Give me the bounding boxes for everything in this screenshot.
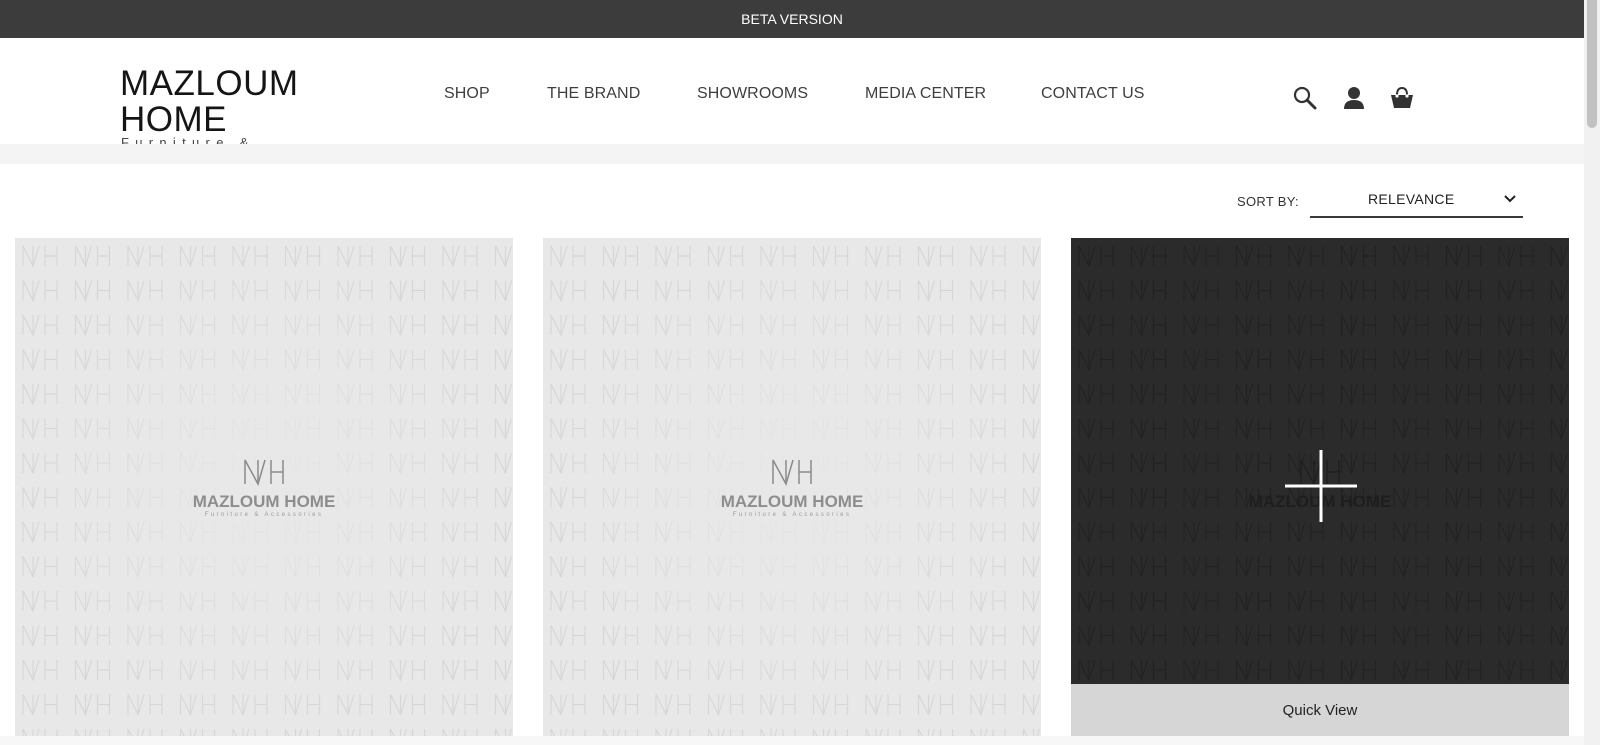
header-divider-band bbox=[0, 144, 1584, 164]
placeholder-brand-name: MAZLOUM HOME bbox=[193, 492, 336, 511]
product-image-placeholder: MAZLOUM HOME Furniture & Accessories bbox=[15, 238, 513, 736]
site-header: MAZLOUM HOME Furniture & Accessories SHO… bbox=[0, 38, 1584, 164]
plus-icon[interactable] bbox=[1285, 450, 1357, 522]
placeholder-brand-tagline: Furniture & Accessories bbox=[733, 512, 852, 518]
announcement-bar: BETA VERSION bbox=[0, 0, 1584, 38]
product-image-placeholder: MAZLOUM HOME Furniture & Accessories bbox=[543, 238, 1041, 736]
nav-item-contact-us[interactable]: CONTACT US bbox=[1041, 85, 1145, 103]
nav-item-media-center[interactable]: MEDIA CENTER bbox=[865, 85, 986, 103]
announcement-text: BETA VERSION bbox=[741, 11, 843, 27]
search-icon[interactable] bbox=[1292, 85, 1318, 111]
cart-icon[interactable] bbox=[1389, 85, 1415, 111]
grid-bottom-strip bbox=[0, 736, 1584, 745]
nav-item-shop[interactable]: SHOP bbox=[444, 85, 490, 103]
placeholder-brand-tagline: Furniture & Accessories bbox=[205, 512, 324, 518]
sort-label: SORT BY: bbox=[1237, 194, 1299, 209]
product-card[interactable]: MAZLOUM HOME Furniture & Accessories bbox=[15, 238, 513, 736]
product-card[interactable]: MAZLOUM HOME Furniture & Accessories bbox=[543, 238, 1041, 736]
sort-dropdown[interactable]: RELEVANCE bbox=[1310, 186, 1523, 218]
sort-selected-value: RELEVANCE bbox=[1368, 191, 1455, 207]
page-scrollbar[interactable] bbox=[1584, 0, 1600, 745]
scrollbar-thumb[interactable] bbox=[1587, 0, 1597, 128]
product-card-hovered[interactable]: MAZLOUM HOME bbox=[1071, 238, 1569, 684]
chevron-down-icon bbox=[1504, 195, 1516, 203]
quick-view-button[interactable]: Quick View bbox=[1071, 684, 1569, 736]
brand-name: MAZLOUM HOME bbox=[120, 64, 299, 139]
placeholder-brand-name: MAZLOUM HOME bbox=[721, 492, 864, 511]
nav-item-the-brand[interactable]: THE BRAND bbox=[547, 85, 640, 103]
account-icon[interactable] bbox=[1341, 85, 1367, 111]
nav-item-showrooms[interactable]: SHOWROOMS bbox=[697, 85, 808, 103]
